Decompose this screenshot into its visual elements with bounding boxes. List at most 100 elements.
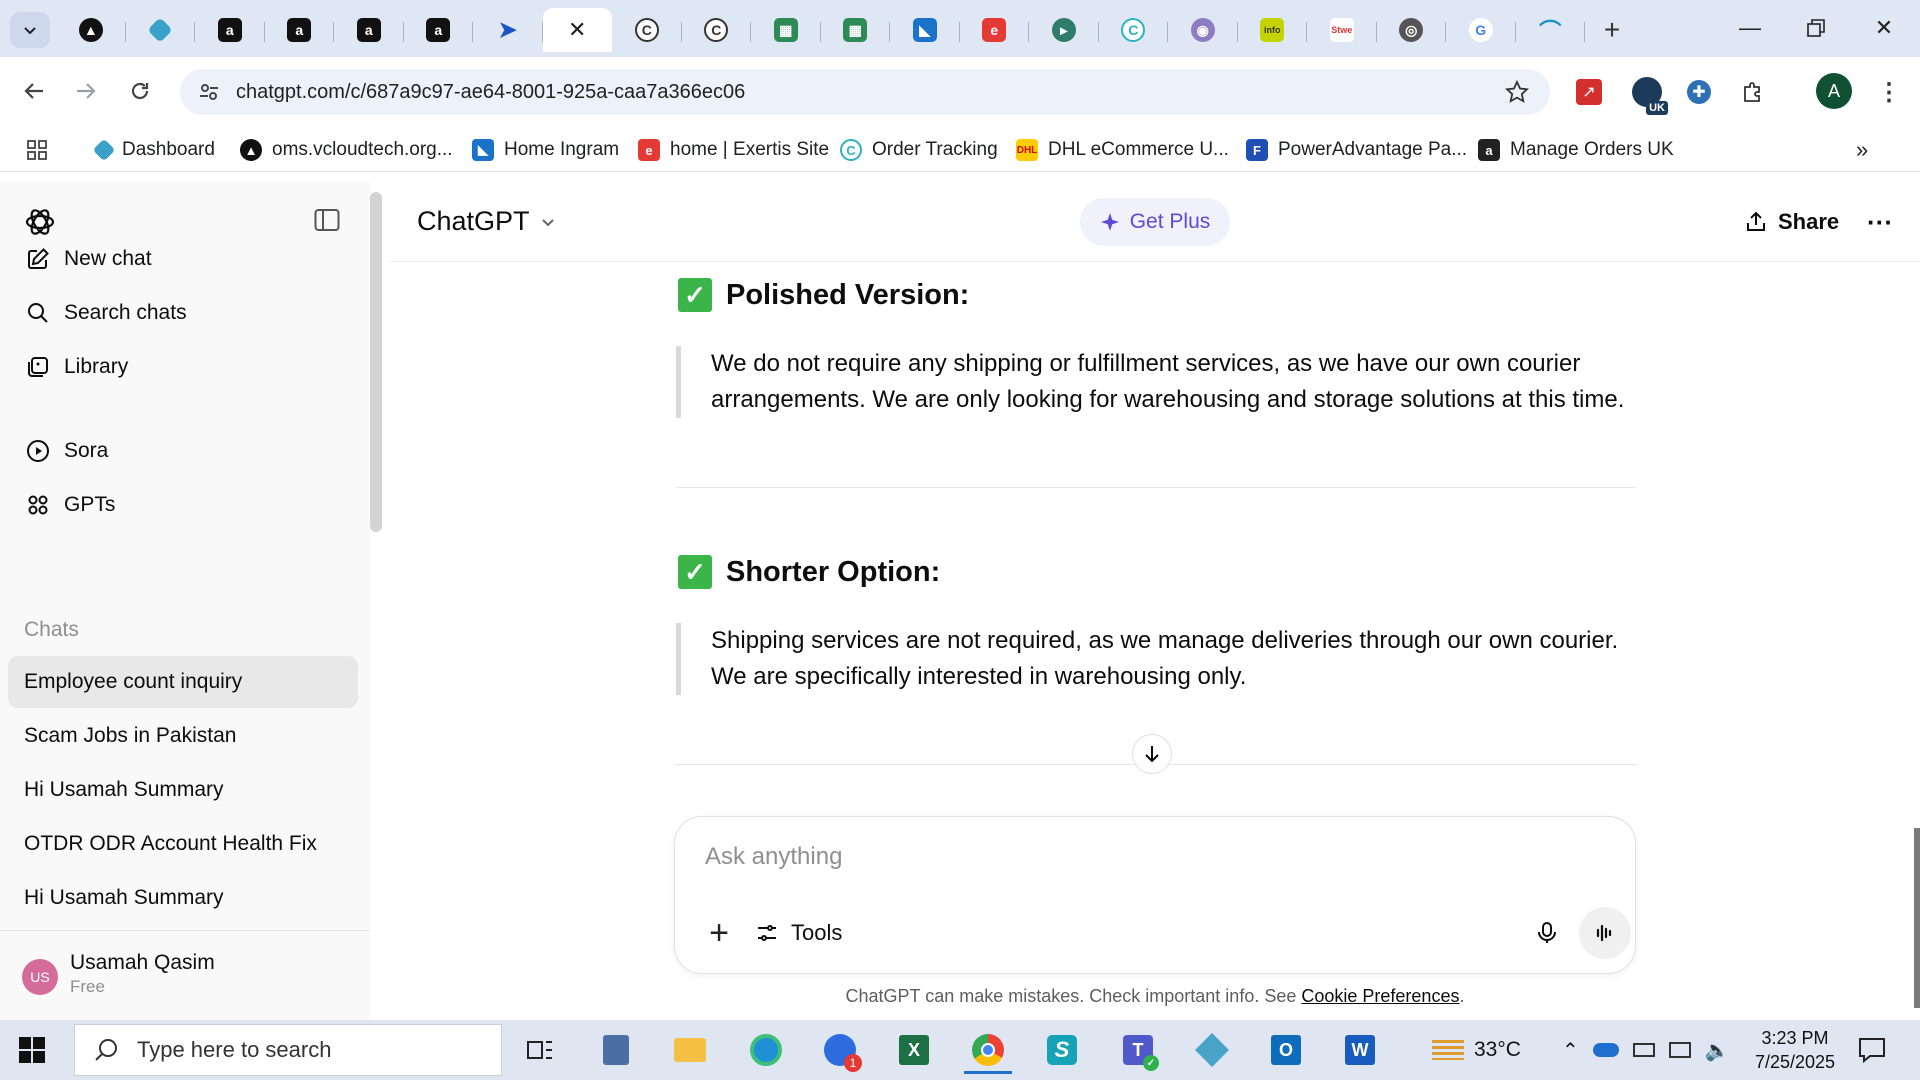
file-explorer-app[interactable] xyxy=(660,1026,720,1074)
app-diamond[interactable] xyxy=(1182,1026,1242,1074)
tab[interactable]: ➤ xyxy=(473,8,543,52)
network-icon[interactable] xyxy=(1668,1042,1691,1058)
tab-search-button[interactable] xyxy=(10,12,50,48)
tab[interactable]: G xyxy=(1446,8,1516,52)
main-scrollbar[interactable] xyxy=(1914,828,1920,1008)
tab[interactable]: info xyxy=(1238,8,1308,52)
back-button[interactable] xyxy=(14,71,54,111)
site-info-icon[interactable] xyxy=(198,81,220,103)
dictate-button[interactable] xyxy=(1527,913,1567,953)
calculator-app[interactable] xyxy=(586,1026,646,1074)
tab[interactable]: C xyxy=(1099,8,1169,52)
taskbar-search[interactable]: Type here to search xyxy=(74,1024,502,1076)
pdf-extension-button[interactable]: ↗ xyxy=(1572,75,1606,109)
conversation-options-button[interactable]: ··· xyxy=(1860,202,1900,242)
bookmark-item[interactable]: Dashboard xyxy=(92,136,215,164)
tab[interactable]: ◣ xyxy=(890,8,960,52)
edge-app[interactable] xyxy=(736,1026,796,1074)
tab[interactable]: a xyxy=(334,8,404,52)
bookmark-item[interactable]: C Order Tracking xyxy=(840,136,998,164)
search-chats-button[interactable]: Search chats xyxy=(8,288,358,338)
chat-history-item[interactable]: OTDR ODR Account Health Fix xyxy=(8,818,358,870)
bookmark-item[interactable]: ▲ oms.vcloudtech.org... xyxy=(240,136,453,164)
extension-button[interactable]: ✚ xyxy=(1682,75,1716,109)
bookmark-item[interactable]: e home | Exertis Site xyxy=(638,136,829,164)
chat-history-item[interactable]: Employee count inquiry xyxy=(8,656,358,708)
cookie-preferences-link[interactable]: Cookie Preferences xyxy=(1301,986,1459,1006)
extensions-menu-button[interactable] xyxy=(1736,75,1770,109)
tab[interactable] xyxy=(126,8,196,52)
tab[interactable]: ▲ xyxy=(56,8,126,52)
sidebar-toggle-icon[interactable] xyxy=(314,208,340,232)
new-tab-button[interactable]: + xyxy=(1592,12,1632,48)
sora-button[interactable]: Sora xyxy=(8,426,358,476)
windows-start-icon[interactable] xyxy=(18,1036,46,1064)
vpn-extension-button[interactable]: UK xyxy=(1630,75,1668,115)
restore-button[interactable] xyxy=(1786,8,1846,48)
tab[interactable]: C xyxy=(682,8,752,52)
onedrive-icon[interactable] xyxy=(1592,1043,1619,1057)
close-icon[interactable]: ✕ xyxy=(568,17,586,43)
app-s[interactable]: S xyxy=(1032,1026,1092,1074)
url-text[interactable]: chatgpt.com/c/687a9c97-ae64-8001-925a-ca… xyxy=(236,81,745,104)
chrome-menu-button[interactable]: ⋮ xyxy=(1872,75,1906,109)
profile-avatar[interactable]: A xyxy=(1816,73,1852,109)
tab[interactable]: ▦ xyxy=(821,8,891,52)
library-button[interactable]: Library xyxy=(8,342,358,392)
chevron-up-icon[interactable]: ⌃ xyxy=(1562,1038,1579,1063)
minimize-button[interactable]: — xyxy=(1720,8,1780,48)
tab-active[interactable]: ✕ xyxy=(542,8,612,52)
weather-widget[interactable]: 33°C xyxy=(1432,1020,1521,1080)
tab[interactable]: ▸ xyxy=(1029,8,1099,52)
tab[interactable]: a xyxy=(265,8,335,52)
volume-icon[interactable]: 🔈 xyxy=(1705,1038,1730,1063)
address-bar[interactable]: chatgpt.com/c/687a9c97-ae64-8001-925a-ca… xyxy=(180,69,1550,115)
chat-history-item[interactable]: Hi Usamah Summary xyxy=(8,872,358,924)
user-account-button[interactable]: US Usamah Qasim Free xyxy=(0,930,370,1020)
message-composer[interactable]: Ask anything + Tools xyxy=(674,816,1636,974)
site-icon: C xyxy=(1121,18,1146,42)
tab[interactable]: e xyxy=(960,8,1030,52)
tab[interactable]: ◎ xyxy=(1377,8,1447,52)
attach-button[interactable]: + xyxy=(699,913,739,953)
chat-history-item[interactable]: Hi Usamah Summary xyxy=(8,764,358,816)
forward-button[interactable] xyxy=(66,71,106,111)
bookmark-star-icon[interactable] xyxy=(1505,80,1529,104)
tab[interactable]: Stwe xyxy=(1307,8,1377,52)
bookmark-item[interactable]: ◣ Home Ingram xyxy=(472,136,619,164)
model-selector[interactable]: ChatGPT xyxy=(417,206,556,237)
tab[interactable]: ⌒ xyxy=(1516,8,1586,52)
gpts-button[interactable]: GPTs xyxy=(8,480,358,530)
bookmark-item[interactable]: DHL DHL eCommerce U... xyxy=(1016,136,1229,164)
close-window-button[interactable]: ✕ xyxy=(1854,8,1914,48)
tab[interactable]: ◉ xyxy=(1168,8,1238,52)
share-button[interactable]: Share xyxy=(1744,202,1839,242)
tab[interactable]: a xyxy=(195,8,265,52)
chrome-app[interactable] xyxy=(958,1026,1018,1074)
prompt-input[interactable]: Ask anything xyxy=(705,843,842,871)
teams-app[interactable]: T ✓ xyxy=(1108,1026,1168,1074)
notification-center-icon[interactable] xyxy=(1856,1034,1888,1066)
excel-app[interactable]: X xyxy=(884,1026,944,1074)
sidebar-scrollbar[interactable] xyxy=(370,192,382,532)
clock[interactable]: 3:23 PM 7/25/2025 xyxy=(1740,1026,1850,1074)
tab[interactable]: ▦ xyxy=(751,8,821,52)
voice-mode-button[interactable] xyxy=(1579,907,1631,959)
bookmark-item[interactable]: a Manage Orders UK xyxy=(1478,136,1674,164)
scroll-to-bottom-button[interactable] xyxy=(1132,734,1172,774)
word-app[interactable]: W xyxy=(1330,1026,1390,1074)
apps-button[interactable] xyxy=(26,136,48,164)
task-view-button[interactable] xyxy=(510,1026,570,1074)
zoom-app[interactable]: 1 xyxy=(810,1026,870,1074)
reload-button[interactable] xyxy=(120,71,160,111)
chat-history-item[interactable]: Scam Jobs in Pakistan xyxy=(8,710,358,762)
tab[interactable]: C xyxy=(612,8,682,52)
tools-button[interactable]: Tools xyxy=(755,913,842,953)
more-bookmarks-button[interactable]: » xyxy=(1856,136,1868,164)
get-plus-button[interactable]: Get Plus xyxy=(1080,198,1230,246)
battery-icon[interactable] xyxy=(1632,1043,1655,1057)
new-chat-button[interactable]: New chat xyxy=(8,234,358,284)
outlook-app[interactable]: O xyxy=(1256,1026,1316,1074)
tab[interactable]: a xyxy=(404,8,474,52)
bookmark-item[interactable]: F PowerAdvantage Pa... xyxy=(1246,136,1467,164)
